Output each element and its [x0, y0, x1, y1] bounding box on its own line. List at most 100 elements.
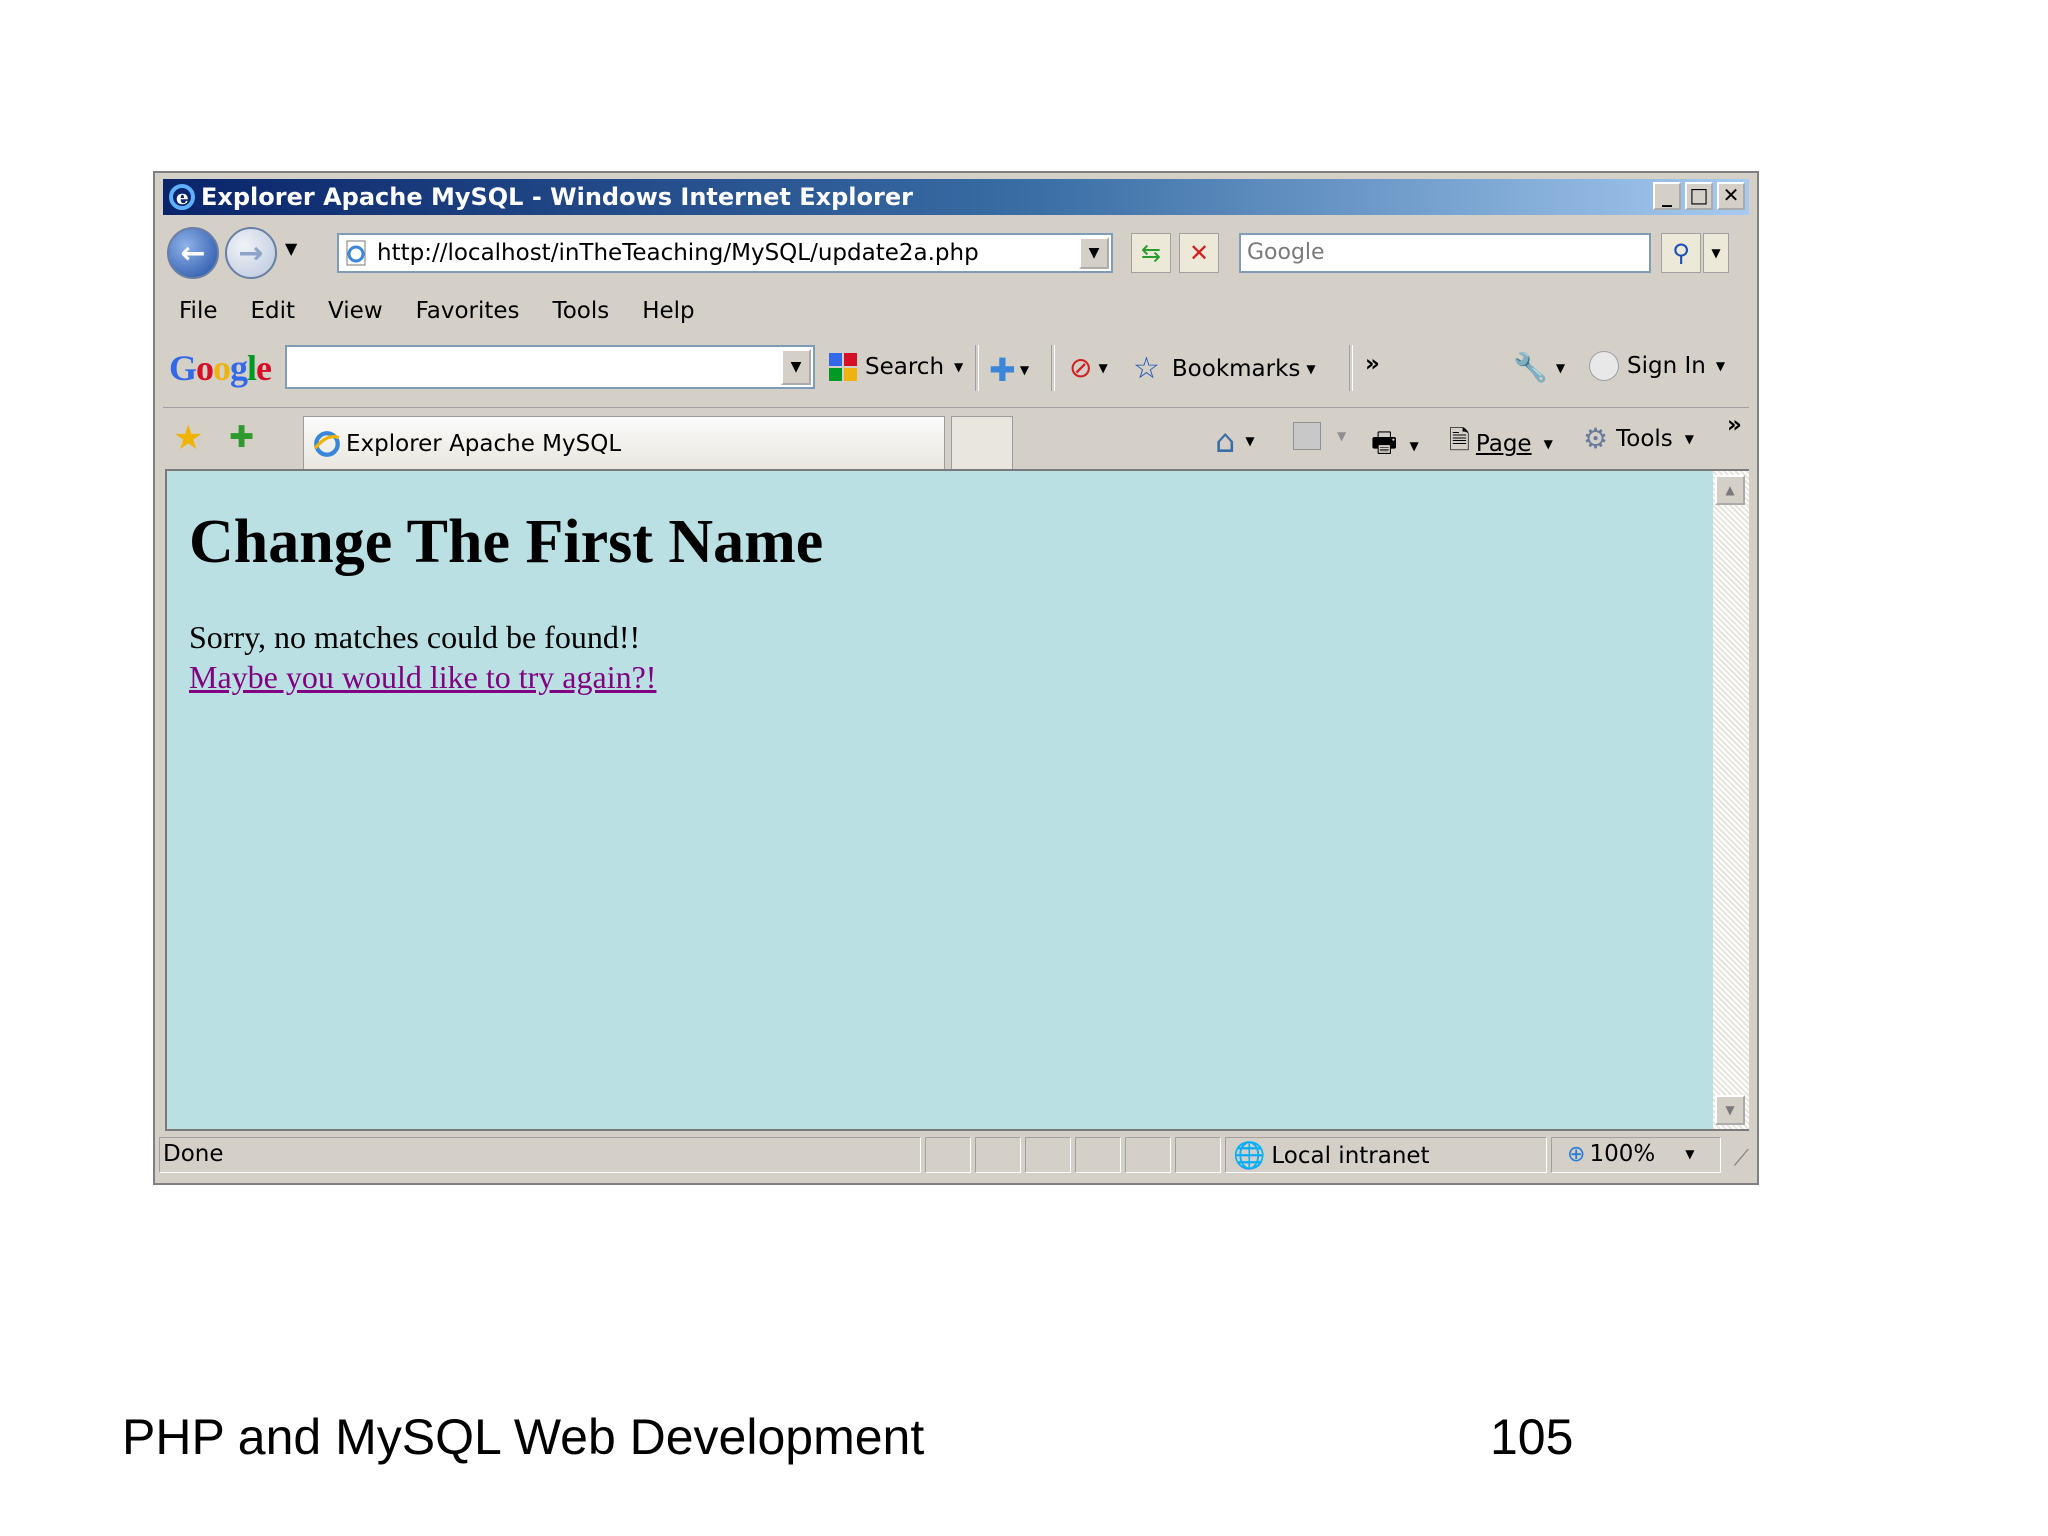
- popup-blocker-icon: ⊘: [1069, 351, 1093, 384]
- stop-button[interactable]: ✕: [1179, 233, 1219, 273]
- menu-file[interactable]: File: [179, 298, 218, 324]
- feeds-button[interactable]: ▼: [1293, 422, 1346, 450]
- chevron-down-icon: ▼: [1685, 1147, 1695, 1161]
- google-search-dropdown[interactable]: ▼: [781, 349, 811, 385]
- chevron-down-icon: ▼: [954, 360, 964, 374]
- plus-icon: ✚: [989, 351, 1016, 389]
- search-options-dropdown[interactable]: ▼: [1703, 233, 1729, 273]
- chevron-down-icon: ▼: [1543, 437, 1553, 451]
- zoom-magnifier-icon: ⊕: [1567, 1141, 1586, 1167]
- recent-pages-dropdown[interactable]: ▼: [285, 239, 297, 258]
- page-heading: Change The First Name: [189, 508, 824, 576]
- back-button[interactable]: ←: [167, 227, 219, 279]
- toolbar-divider: [1349, 345, 1353, 391]
- menu-favorites[interactable]: Favorites: [416, 298, 520, 324]
- close-button[interactable]: ✕: [1717, 182, 1745, 210]
- page-icon: 🗎: [1449, 426, 1470, 456]
- slide-footer: PHP and MySQL Web Development: [122, 1409, 925, 1465]
- popup-blocker-button[interactable]: ⊘ ▼: [1069, 351, 1108, 384]
- no-match-message: Sorry, no matches could be found!!: [189, 619, 641, 655]
- chevron-down-icon: ▼: [1306, 361, 1316, 376]
- chevron-down-icon: ▼: [1409, 439, 1419, 453]
- menu-help[interactable]: Help: [642, 298, 694, 324]
- chevron-down-icon: ▼: [1245, 434, 1255, 448]
- scroll-up-button[interactable]: ▲: [1715, 475, 1745, 505]
- zoom-level: 100%: [1589, 1141, 1656, 1167]
- navigation-bar: ← → ▼ http://localhost/inTheTeaching/MyS…: [163, 221, 1749, 285]
- ie-icon: e: [167, 182, 197, 212]
- chevron-down-icon: ▼: [1019, 363, 1030, 377]
- home-icon: ⌂: [1215, 422, 1236, 460]
- tab-bar: ★ ✚ Explorer Apache MySQL ⌂ ▼ ▼ 🖶 ▼ 🗎 Pa…: [163, 407, 1749, 470]
- slide-page-number: 105: [1490, 1409, 1574, 1465]
- google-search-button[interactable]: Search ▼: [827, 351, 963, 383]
- page-content: Change The First Name Sorry, no matches …: [165, 469, 1713, 1131]
- google-search-input[interactable]: ▼: [285, 345, 815, 389]
- status-bar: Done 🌐 Local intranet ⊕ 100% ▼ ⟋: [159, 1135, 1755, 1175]
- status-cell: [1125, 1137, 1171, 1173]
- refresh-button[interactable]: ⇆: [1131, 233, 1171, 273]
- minimize-button[interactable]: _: [1653, 182, 1681, 210]
- google-logo[interactable]: Google: [169, 347, 272, 389]
- status-cell: [159, 1137, 921, 1173]
- wrench-icon: 🔧: [1513, 351, 1548, 384]
- security-zone[interactable]: 🌐 Local intranet: [1233, 1141, 1430, 1171]
- back-arrow-icon: ←: [180, 235, 206, 271]
- printer-icon: 🖶: [1371, 426, 1398, 459]
- toolbar-overflow-button[interactable]: »: [1365, 351, 1380, 377]
- command-bar-overflow[interactable]: »: [1727, 412, 1742, 438]
- new-tab-button[interactable]: [951, 416, 1013, 470]
- sign-in-button[interactable]: Sign In ▼: [1589, 351, 1725, 381]
- page-menu-label: Page: [1475, 431, 1532, 457]
- scroll-down-button[interactable]: ▼: [1715, 1095, 1745, 1125]
- home-button[interactable]: ⌂ ▼: [1215, 422, 1255, 460]
- tools-menu-button[interactable]: ⚙ Tools ▼: [1583, 422, 1694, 455]
- intranet-globe-icon: 🌐: [1233, 1141, 1266, 1171]
- google-toolbar: Google ▼ Search ▼ ✚ ▼ ⊘ ▼ ☆ Bookmarks ▼ …: [163, 339, 1749, 397]
- svg-text:e: e: [176, 185, 189, 209]
- vertical-scrollbar[interactable]: ▲ ▼: [1713, 469, 1749, 1131]
- refresh-icon: ⇆: [1140, 239, 1162, 267]
- search-input[interactable]: Google: [1239, 233, 1651, 273]
- tab-explorer-apache-mysql[interactable]: Explorer Apache MySQL: [303, 416, 945, 470]
- print-button[interactable]: 🖶 ▼: [1371, 422, 1419, 470]
- address-bar[interactable]: http://localhost/inTheTeaching/MySQL/upd…: [337, 233, 1113, 273]
- address-url: http://localhost/inTheTeaching/MySQL/upd…: [377, 240, 979, 266]
- bookmarks-label: Bookmarks: [1171, 355, 1301, 382]
- address-dropdown-button[interactable]: ▼: [1079, 237, 1109, 269]
- security-zone-label: Local intranet: [1271, 1143, 1430, 1169]
- menu-bar: File Edit View Favorites Tools Help: [163, 289, 1749, 333]
- star-outline-icon: ☆: [1133, 351, 1160, 386]
- magnifier-icon: ⚲: [1672, 239, 1690, 267]
- status-cell: [1175, 1137, 1221, 1173]
- menu-tools[interactable]: Tools: [553, 298, 610, 324]
- chevron-down-icon: ▼: [1337, 429, 1347, 443]
- browser-window: e Explorer Apache MySQL - Windows Intern…: [153, 171, 1759, 1185]
- gear-icon: ⚙: [1583, 422, 1609, 455]
- status-cell: [1075, 1137, 1121, 1173]
- ie-page-icon: [313, 430, 340, 457]
- window-title: Explorer Apache MySQL - Windows Internet…: [201, 183, 913, 211]
- settings-button[interactable]: 🔧 ▼: [1513, 351, 1565, 384]
- add-button[interactable]: ✚ ▼: [989, 351, 1029, 389]
- add-favorite-icon[interactable]: ✚: [229, 420, 254, 455]
- chevron-down-icon: ▼: [1555, 360, 1566, 375]
- status-cell: [1025, 1137, 1071, 1173]
- zoom-level-button[interactable]: ⊕ 100% ▼: [1567, 1141, 1694, 1167]
- google-search-label: Search: [865, 354, 945, 380]
- menu-edit[interactable]: Edit: [251, 298, 296, 324]
- sign-in-label: Sign In: [1627, 353, 1706, 379]
- page-menu-button[interactable]: 🗎 Page ▼: [1449, 422, 1553, 466]
- user-circle-icon: [1589, 351, 1619, 381]
- bookmarks-button[interactable]: ☆ Bookmarks ▼: [1133, 351, 1316, 386]
- status-cell: [925, 1137, 971, 1173]
- search-button[interactable]: ⚲: [1661, 233, 1701, 273]
- resize-grip-icon[interactable]: ⟋: [1734, 1146, 1749, 1171]
- forward-button[interactable]: →: [225, 227, 277, 279]
- maximize-button[interactable]: □: [1685, 182, 1713, 210]
- toolbar-divider: [975, 345, 979, 391]
- title-bar[interactable]: e Explorer Apache MySQL - Windows Intern…: [163, 179, 1749, 215]
- menu-view[interactable]: View: [328, 298, 383, 324]
- try-again-link[interactable]: Maybe you would like to try again?!: [189, 659, 656, 696]
- favorites-star-icon[interactable]: ★: [173, 418, 203, 458]
